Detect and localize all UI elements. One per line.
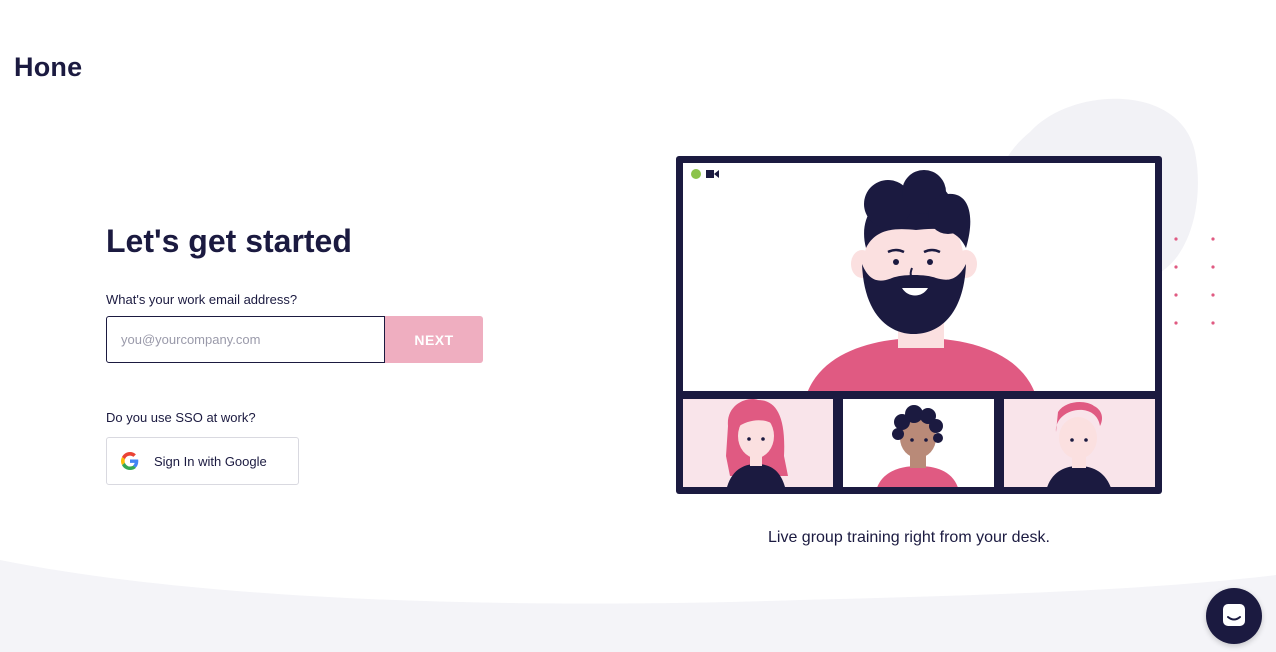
status-dot-icon (691, 169, 701, 179)
chat-launcher-button[interactable] (1206, 588, 1262, 644)
brand-logo[interactable]: Hone (14, 52, 82, 83)
email-field-label: What's your work email address? (106, 292, 298, 307)
google-icon (121, 452, 139, 470)
chat-icon (1220, 601, 1248, 632)
illustration-caption: Live group training right from your desk… (768, 529, 1050, 546)
page-title: Let's get started (106, 223, 352, 259)
video-call-illustration (676, 156, 1162, 494)
sso-question-label: Do you use SSO at work? (106, 410, 256, 425)
email-field[interactable] (106, 316, 385, 363)
next-button[interactable]: NEXT (385, 316, 483, 363)
google-sign-in-button[interactable]: Sign In with Google (106, 437, 299, 485)
google-sign-in-label: Sign In with Google (154, 453, 267, 469)
